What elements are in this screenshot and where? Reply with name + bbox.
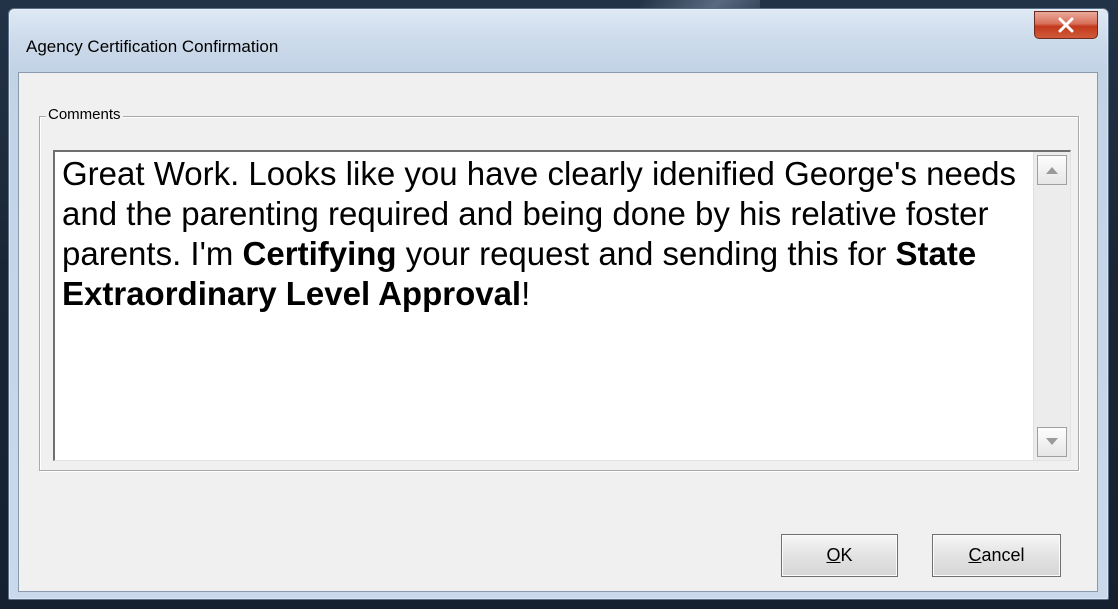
scroll-down-button[interactable] <box>1037 427 1067 457</box>
ok-button-label: K <box>840 545 853 565</box>
scroll-up-arrow-icon <box>1046 167 1058 174</box>
ok-button[interactable]: OK <box>781 534 898 577</box>
comments-textarea[interactable]: Great Work. Looks like you have clearly … <box>53 150 1071 461</box>
dialog-body: Comments Great Work. Looks like you have… <box>18 72 1098 592</box>
scroll-up-button[interactable] <box>1037 155 1067 185</box>
comment-text-segment: ! <box>521 275 531 312</box>
comment-text-segment: your request and sending this for <box>396 235 896 272</box>
ok-button-mnemonic: O <box>826 545 841 565</box>
close-icon <box>1058 17 1074 33</box>
dialog-window: Agency Certification Confirmation Commen… <box>8 8 1109 600</box>
cancel-button-mnemonic: C <box>968 545 982 565</box>
vertical-scrollbar[interactable] <box>1033 152 1070 460</box>
comments-text: Great Work. Looks like you have clearly … <box>62 154 1022 314</box>
cancel-button-label: ancel <box>981 545 1025 565</box>
cancel-button[interactable]: Cancel <box>932 534 1061 577</box>
window-title: Agency Certification Confirmation <box>26 37 279 56</box>
title-bar[interactable]: Agency Certification Confirmation <box>9 9 1108 71</box>
scroll-down-arrow-icon <box>1046 438 1058 445</box>
comments-group-label: Comments <box>46 106 123 123</box>
close-button[interactable] <box>1034 11 1098 39</box>
comment-bold-segment: Certifying <box>242 235 397 272</box>
